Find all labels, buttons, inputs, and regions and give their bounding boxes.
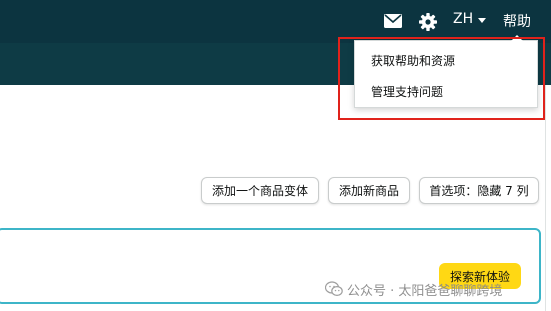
help-link[interactable]: 帮助	[503, 11, 531, 31]
menu-item-get-help[interactable]: 获取帮助和资源	[371, 52, 455, 69]
preferences-button[interactable]: 首选项：隐藏 7 列	[419, 177, 539, 204]
wechat-icon	[325, 281, 343, 297]
mail-icon[interactable]	[384, 13, 402, 29]
gear-icon[interactable]	[418, 12, 438, 32]
language-label: ZH	[453, 11, 474, 27]
watermark-text: 公众号 · 太阳爸爸聊聊跨境	[347, 283, 503, 299]
menu-item-manage-support-cases[interactable]: 管理支持问题	[371, 83, 443, 100]
scrollbar-track[interactable]	[545, 85, 546, 311]
dropdown-notch	[511, 35, 523, 41]
watermark: 公众号 · 太阳爸爸聊聊跨境	[325, 279, 502, 299]
help-dropdown-menu: 获取帮助和资源 管理支持问题	[354, 35, 538, 108]
caret-down-icon	[478, 17, 487, 23]
add-new-product-button[interactable]: 添加新商品	[328, 177, 410, 204]
language-selector[interactable]: ZH	[453, 11, 487, 27]
add-variant-button[interactable]: 添加一个商品变体	[201, 177, 319, 204]
